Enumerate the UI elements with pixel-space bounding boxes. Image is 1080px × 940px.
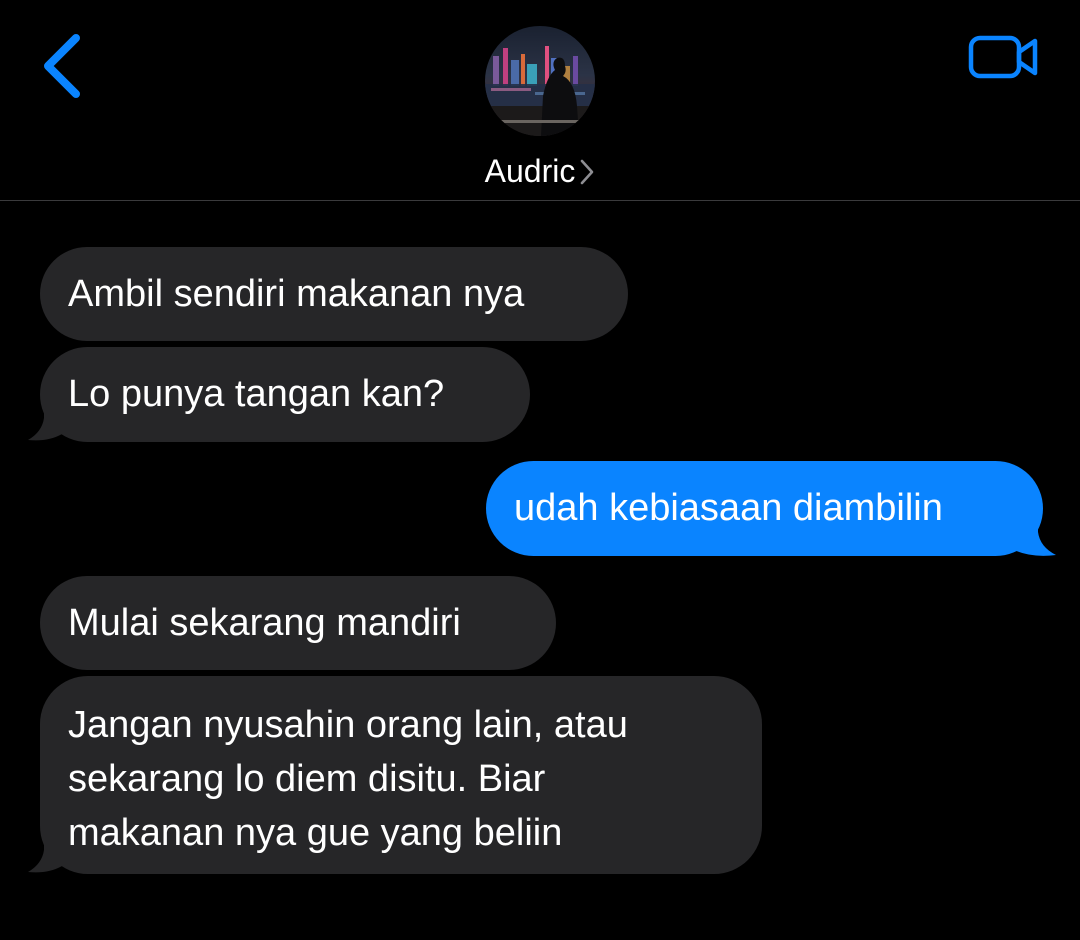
conversation-header: Audric (0, 0, 1080, 201)
message-text-line: sekarang lo diem disitu. Biar (68, 758, 546, 800)
contact-avatar[interactable] (485, 26, 595, 136)
chevron-left-icon (44, 34, 80, 98)
message-text: Mulai sekarang mandiri (68, 602, 461, 644)
message-text: Lo punya tangan kan? (68, 373, 445, 415)
message-text: Ambil sendiri makanan nya (68, 273, 525, 315)
back-button[interactable] (30, 28, 94, 104)
message-text: udah kebiasaan diambilin (514, 487, 943, 529)
message-bubble-incoming[interactable]: Ambil sendiri makanan nya (40, 247, 628, 341)
contact-name-button[interactable]: Audric (0, 150, 1080, 192)
bubble-tail (1014, 514, 1056, 556)
chevron-right-icon (581, 159, 594, 184)
bubble-tail (28, 832, 62, 873)
message-text-line: makanan nya gue yang beliin (68, 812, 563, 854)
message-text-line: Jangan nyusahin orang lain, atau (68, 704, 628, 746)
video-call-button[interactable] (962, 28, 1046, 88)
message-bubble-incoming[interactable]: Lo punya tangan kan? (40, 347, 530, 442)
message-bubble-incoming[interactable]: Jangan nyusahin orang lain, atau sekaran… (40, 676, 762, 874)
bubble-tail (28, 400, 62, 441)
video-camera-icon (968, 35, 1038, 79)
contact-name: Audric (484, 153, 576, 189)
message-bubble-outgoing[interactable]: udah kebiasaan diambilin (486, 461, 1043, 556)
message-bubble-incoming[interactable]: Mulai sekarang mandiri (40, 576, 556, 670)
